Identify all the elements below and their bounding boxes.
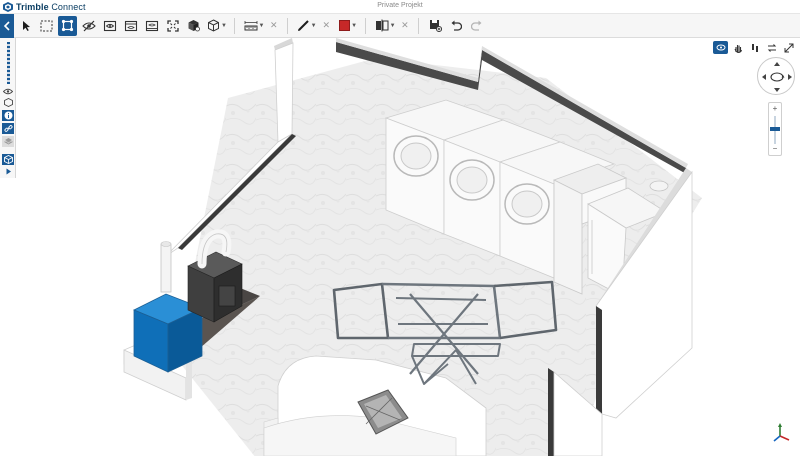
toolbar-divider	[234, 17, 235, 34]
left-wall-front	[274, 42, 294, 143]
box-select-icon	[40, 20, 53, 31]
isolate-icon	[103, 20, 116, 31]
undo-button[interactable]	[447, 16, 466, 36]
redo-button[interactable]	[468, 16, 487, 36]
navigation-modes	[713, 41, 796, 54]
node-select-button[interactable]	[58, 15, 77, 36]
measure-icon	[244, 20, 258, 30]
left-panel	[0, 38, 16, 178]
clear-clip-icon[interactable]: ✕	[401, 20, 409, 31]
walk-icon	[751, 43, 758, 52]
object-properties-icon	[188, 20, 200, 32]
select-pointer-icon	[22, 20, 30, 31]
orbit-button[interactable]	[713, 41, 728, 54]
layers-button[interactable]	[2, 136, 14, 147]
transparency-slider[interactable]	[7, 42, 10, 84]
right-wall-inner	[596, 306, 602, 414]
chevron-down-icon: ▼	[258, 22, 265, 29]
cube-outline-icon	[3, 98, 13, 107]
model-tree-button[interactable]	[2, 97, 14, 108]
clear-measure-icon[interactable]: ✕	[270, 20, 278, 31]
play-icon	[6, 168, 11, 175]
zoom-control: + −	[768, 102, 782, 156]
zoom-in-button[interactable]: +	[769, 104, 781, 114]
model-icon	[3, 155, 13, 164]
eye-icon	[3, 88, 13, 95]
3d-viewport[interactable]	[16, 38, 800, 456]
app-window: Trimble Connect Private Projekt ▼ ▼ ✕ ▼ …	[0, 0, 800, 456]
view-cube-icon	[208, 19, 220, 32]
expand-icon	[784, 43, 793, 52]
clear-markup-icon[interactable]: ✕	[323, 20, 331, 31]
color-picker-button[interactable]: ▼	[336, 16, 360, 36]
undo-icon	[451, 20, 463, 31]
hide-icon	[81, 20, 96, 31]
chevron-down-icon: ▼	[310, 22, 317, 29]
view-cube-button[interactable]: ▼	[205, 16, 229, 36]
expand-button[interactable]	[781, 41, 796, 54]
right-lower-wall	[548, 368, 554, 456]
isolate-button[interactable]	[100, 16, 119, 36]
swap-button[interactable]	[764, 41, 779, 54]
zoom-out-button[interactable]: −	[769, 144, 781, 154]
clip-plane-icon	[375, 19, 389, 32]
measure-button[interactable]: ▼	[242, 16, 266, 36]
select-button[interactable]	[16, 16, 35, 36]
save-view-button[interactable]	[426, 16, 445, 36]
orbit-icon	[716, 44, 725, 51]
direction-pad-icon	[762, 62, 792, 92]
hide-button[interactable]	[79, 16, 98, 36]
walk-button[interactable]	[747, 41, 762, 54]
visibility-button[interactable]	[2, 86, 14, 97]
project-title: Private Projekt	[377, 2, 423, 9]
chevron-down-icon: ▼	[221, 22, 227, 29]
toolbar-divider	[417, 17, 419, 34]
section-box-button[interactable]	[121, 16, 140, 36]
play-button[interactable]	[2, 166, 14, 177]
pan-button[interactable]	[730, 41, 745, 54]
node-select-icon	[61, 19, 74, 32]
section-plane-icon	[145, 20, 158, 31]
model-button[interactable]	[2, 154, 14, 165]
info-icon	[4, 111, 12, 120]
swap-icon	[767, 43, 776, 52]
title-bar: Trimble Connect Private Projekt	[0, 0, 800, 14]
link-button[interactable]	[2, 123, 14, 134]
section-box-icon	[124, 20, 137, 31]
redo-icon	[471, 20, 482, 31]
back-button[interactable]	[0, 13, 14, 38]
back-arrow-icon	[3, 20, 10, 31]
zoom-slider-handle[interactable]	[770, 126, 780, 131]
markup-pen-icon	[297, 20, 309, 31]
save-view-icon	[429, 20, 442, 32]
axis-gizmo-icon	[773, 423, 790, 442]
chevron-down-icon: ▼	[351, 22, 358, 29]
color-picker-icon	[339, 20, 351, 31]
section-plane-button[interactable]	[142, 16, 161, 36]
toolbar-divider	[365, 17, 367, 34]
main-toolbar: ▼ ▼ ✕ ▼ ✕ ▼ ▼ ✕	[0, 13, 800, 38]
info-button[interactable]	[2, 110, 14, 121]
toolbar-divider	[286, 17, 288, 34]
navigation-compass[interactable]	[757, 57, 795, 95]
fit-view-icon	[166, 19, 179, 32]
layers-icon	[3, 138, 13, 145]
clip-plane-button[interactable]: ▼	[373, 16, 397, 36]
box-select-button[interactable]	[37, 16, 56, 36]
markup-pen-button[interactable]: ▼	[295, 16, 319, 36]
chevron-down-icon: ▼	[389, 22, 396, 29]
object-properties-button[interactable]	[184, 16, 203, 36]
fit-view-button[interactable]	[163, 16, 182, 36]
pan-icon	[734, 44, 742, 53]
link-icon	[3, 125, 13, 132]
